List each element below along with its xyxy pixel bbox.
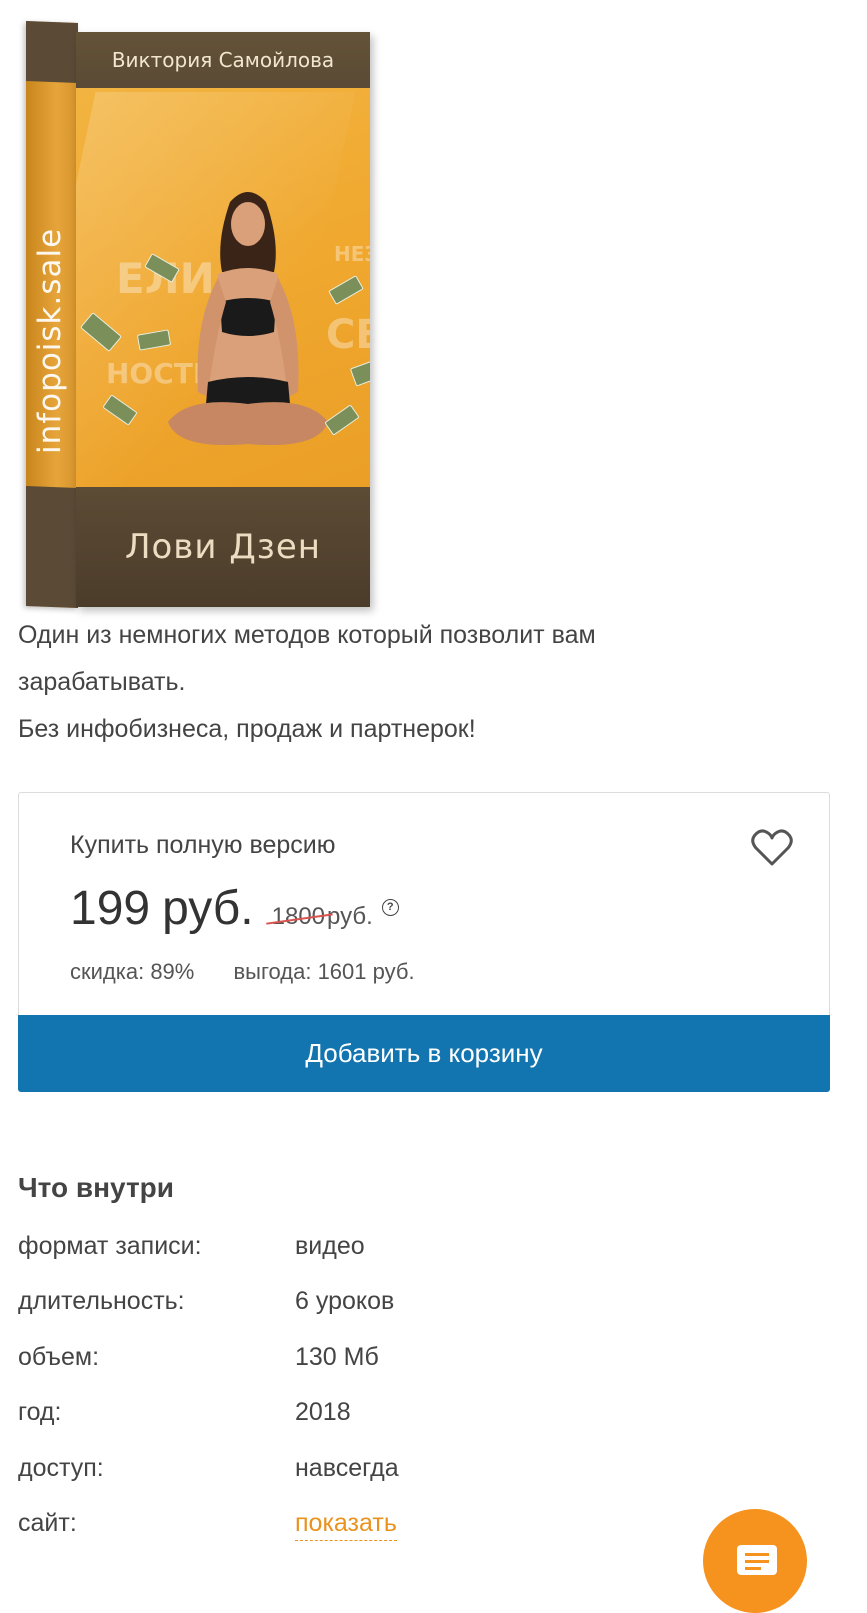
spec-label: длительность: [18, 1287, 185, 1315]
spec-value: 2018 [295, 1398, 351, 1426]
add-to-cart-button[interactable]: Добавить в корзину [18, 1015, 830, 1092]
heart-icon[interactable] [751, 829, 793, 867]
description-line: Один из немногих методов который позволи… [18, 621, 596, 649]
buy-title: Купить полную версию [70, 831, 336, 859]
spec-label: формат записи: [18, 1232, 202, 1260]
benefit-text: выгода: 1601 руб. [233, 959, 415, 984]
specs-title: Что внутри [18, 1172, 174, 1203]
meditating-woman-illustration [168, 192, 328, 446]
chat-icon [737, 1545, 777, 1575]
product-description: Один из немногих методов который позволи… [18, 612, 838, 753]
spec-value: навсегда [295, 1454, 399, 1482]
box-side-text: infopoisk.sale [32, 227, 68, 454]
spec-value: 6 уроков [295, 1287, 395, 1315]
box-front: НЕЗА СВО ЕЛИ НОСТИ Виктория Самойлова Ло… [76, 32, 370, 607]
chat-button[interactable] [703, 1509, 807, 1613]
price-row: 199 руб. 1800 руб. ? [70, 881, 399, 936]
current-price-unit: руб. [162, 882, 254, 935]
spec-value: видео [295, 1232, 365, 1260]
box-title: Лови Дзен [124, 527, 322, 567]
box-author-band: Виктория Самойлова [76, 32, 370, 88]
spec-value: 130 Мб [295, 1343, 379, 1371]
current-price: 199 [70, 882, 151, 935]
product-image: infopoisk.sale НЕЗА СВО ЕЛИ НОСТИ Виктор… [18, 14, 378, 610]
spec-label: год: [18, 1398, 62, 1426]
buy-card: Купить полную версию 199 руб. 1800 руб. … [18, 792, 830, 1092]
discount-text: скидка: 89% [70, 959, 195, 984]
spec-label: сайт: [18, 1509, 77, 1537]
discount-row: скидка: 89% выгода: 1601 руб. [70, 959, 415, 985]
spec-label: объем: [18, 1343, 100, 1371]
spec-label: доступ: [18, 1454, 104, 1482]
old-price: 1800 [271, 903, 326, 930]
old-price-unit: руб. [327, 903, 373, 930]
box-author: Виктория Самойлова [111, 48, 335, 72]
show-site-link[interactable]: показать [295, 1509, 397, 1541]
description-line: Без инфобизнеса, продаж и партнерок! [18, 715, 476, 743]
description-line: зарабатывать. [18, 668, 186, 696]
question-icon[interactable]: ? [381, 898, 399, 916]
box-title-band: Лови Дзен [76, 487, 370, 607]
